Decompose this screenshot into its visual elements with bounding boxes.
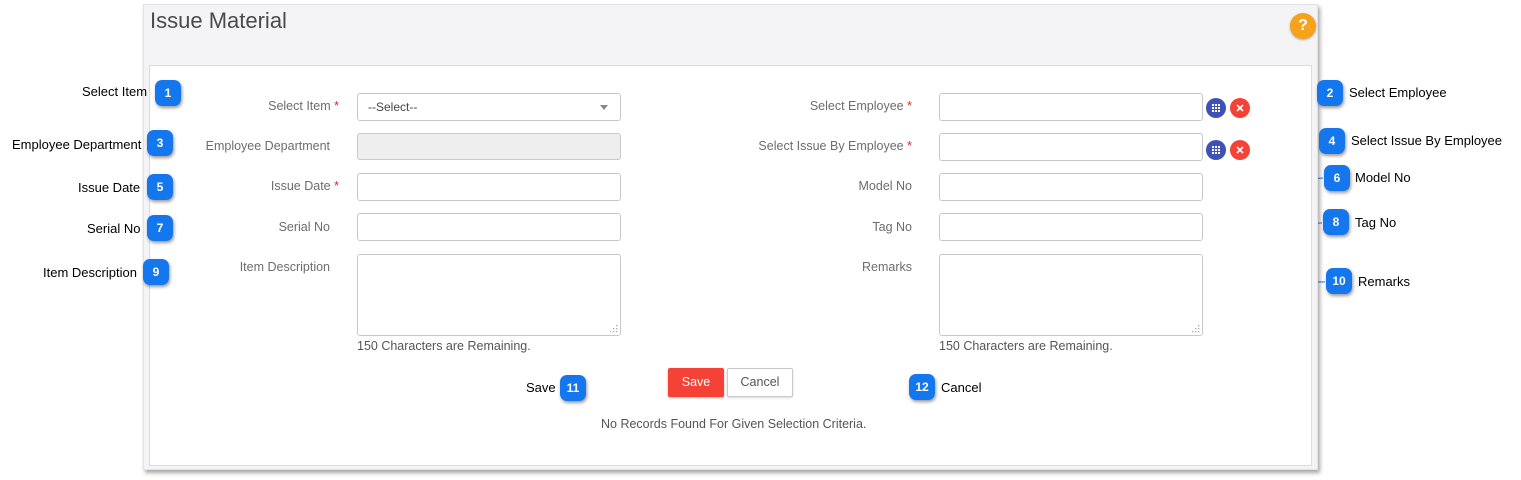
callout-label-4: Select Issue By Employee (1351, 133, 1503, 148)
chevron-down-icon (600, 105, 608, 110)
remarks-textarea[interactable] (939, 254, 1203, 336)
callout-badge-11: 11 (560, 375, 586, 401)
callout-label-8: Tag No (1355, 215, 1397, 230)
grid-icon (1212, 146, 1220, 154)
callout-badge-2: 2 (1317, 80, 1343, 106)
select-issue-by-employee-input[interactable] (939, 133, 1203, 161)
item-description-textarea[interactable] (357, 254, 621, 336)
cancel-button[interactable]: Cancel (727, 368, 793, 397)
callout-label-1: Select Item (82, 84, 148, 99)
callout-badge-8: 8 (1323, 209, 1349, 235)
tag-no-input[interactable] (939, 213, 1203, 241)
item-description-remaining: 150 Characters are Remaining. (357, 339, 531, 353)
callout-badge-12: 12 (909, 374, 935, 400)
help-button[interactable]: ? (1290, 13, 1316, 39)
save-button[interactable]: Save (668, 368, 724, 397)
select-employee-clear-button[interactable] (1230, 98, 1250, 118)
close-icon (1236, 146, 1244, 154)
callout-label-10: Remarks (1358, 274, 1411, 289)
callout-badge-7: 7 (147, 215, 173, 241)
model-no-label: Model No (858, 179, 913, 193)
remarks-remaining: 150 Characters are Remaining. (939, 339, 1113, 353)
callout-label-12: Cancel (941, 380, 982, 395)
select-item-value: --Select-- (368, 100, 418, 114)
serial-no-input[interactable] (357, 213, 621, 241)
callout-label-5: Issue Date (78, 180, 141, 195)
callout-label-11: Save (526, 380, 556, 395)
select-issue-by-employee-lookup-button[interactable] (1206, 140, 1226, 160)
model-no-input[interactable] (939, 173, 1203, 201)
select-employee-label: Select Employee * (809, 99, 912, 113)
issue-date-input[interactable] (357, 173, 621, 201)
callout-label-6: Model No (1355, 170, 1411, 185)
issue-material-window: Issue Material ? Select Item * --Select-… (143, 4, 1318, 470)
callout-badge-6: 6 (1324, 165, 1350, 191)
callout-badge-10: 10 (1326, 268, 1352, 294)
grid-icon (1212, 104, 1220, 112)
callout-badge-5: 5 (147, 174, 173, 200)
select-issue-by-employee-label: Select Issue By Employee * (758, 139, 912, 153)
callout-badge-3: 3 (147, 130, 173, 156)
resize-grip-icon[interactable] (610, 325, 618, 333)
select-employee-lookup-button[interactable] (1206, 98, 1226, 118)
callout-label-9: Item Description (43, 265, 137, 280)
select-issue-by-employee-clear-button[interactable] (1230, 140, 1250, 160)
remarks-label: Remarks (861, 260, 912, 274)
status-message: No Records Found For Given Selection Cri… (601, 417, 867, 431)
callout-badge-9: 9 (143, 259, 169, 285)
question-icon: ? (1298, 17, 1308, 34)
form-panel: Select Item * --Select-- Employee Depart… (149, 65, 1312, 466)
callout-badge-1: 1 (155, 80, 181, 106)
resize-grip-icon[interactable] (1192, 325, 1200, 333)
select-employee-input[interactable] (939, 93, 1203, 121)
tag-no-label: Tag No (872, 220, 912, 234)
callout-label-7: Serial No (87, 221, 141, 236)
callout-badge-4: 4 (1319, 128, 1345, 154)
employee-department-field (357, 133, 621, 160)
callout-label-3: Employee Department (12, 137, 142, 152)
callout-label-2: Select Employee (1349, 85, 1447, 100)
close-icon (1236, 104, 1244, 112)
select-item-dropdown[interactable]: --Select-- (357, 93, 621, 121)
page-title: Issue Material (150, 8, 287, 33)
